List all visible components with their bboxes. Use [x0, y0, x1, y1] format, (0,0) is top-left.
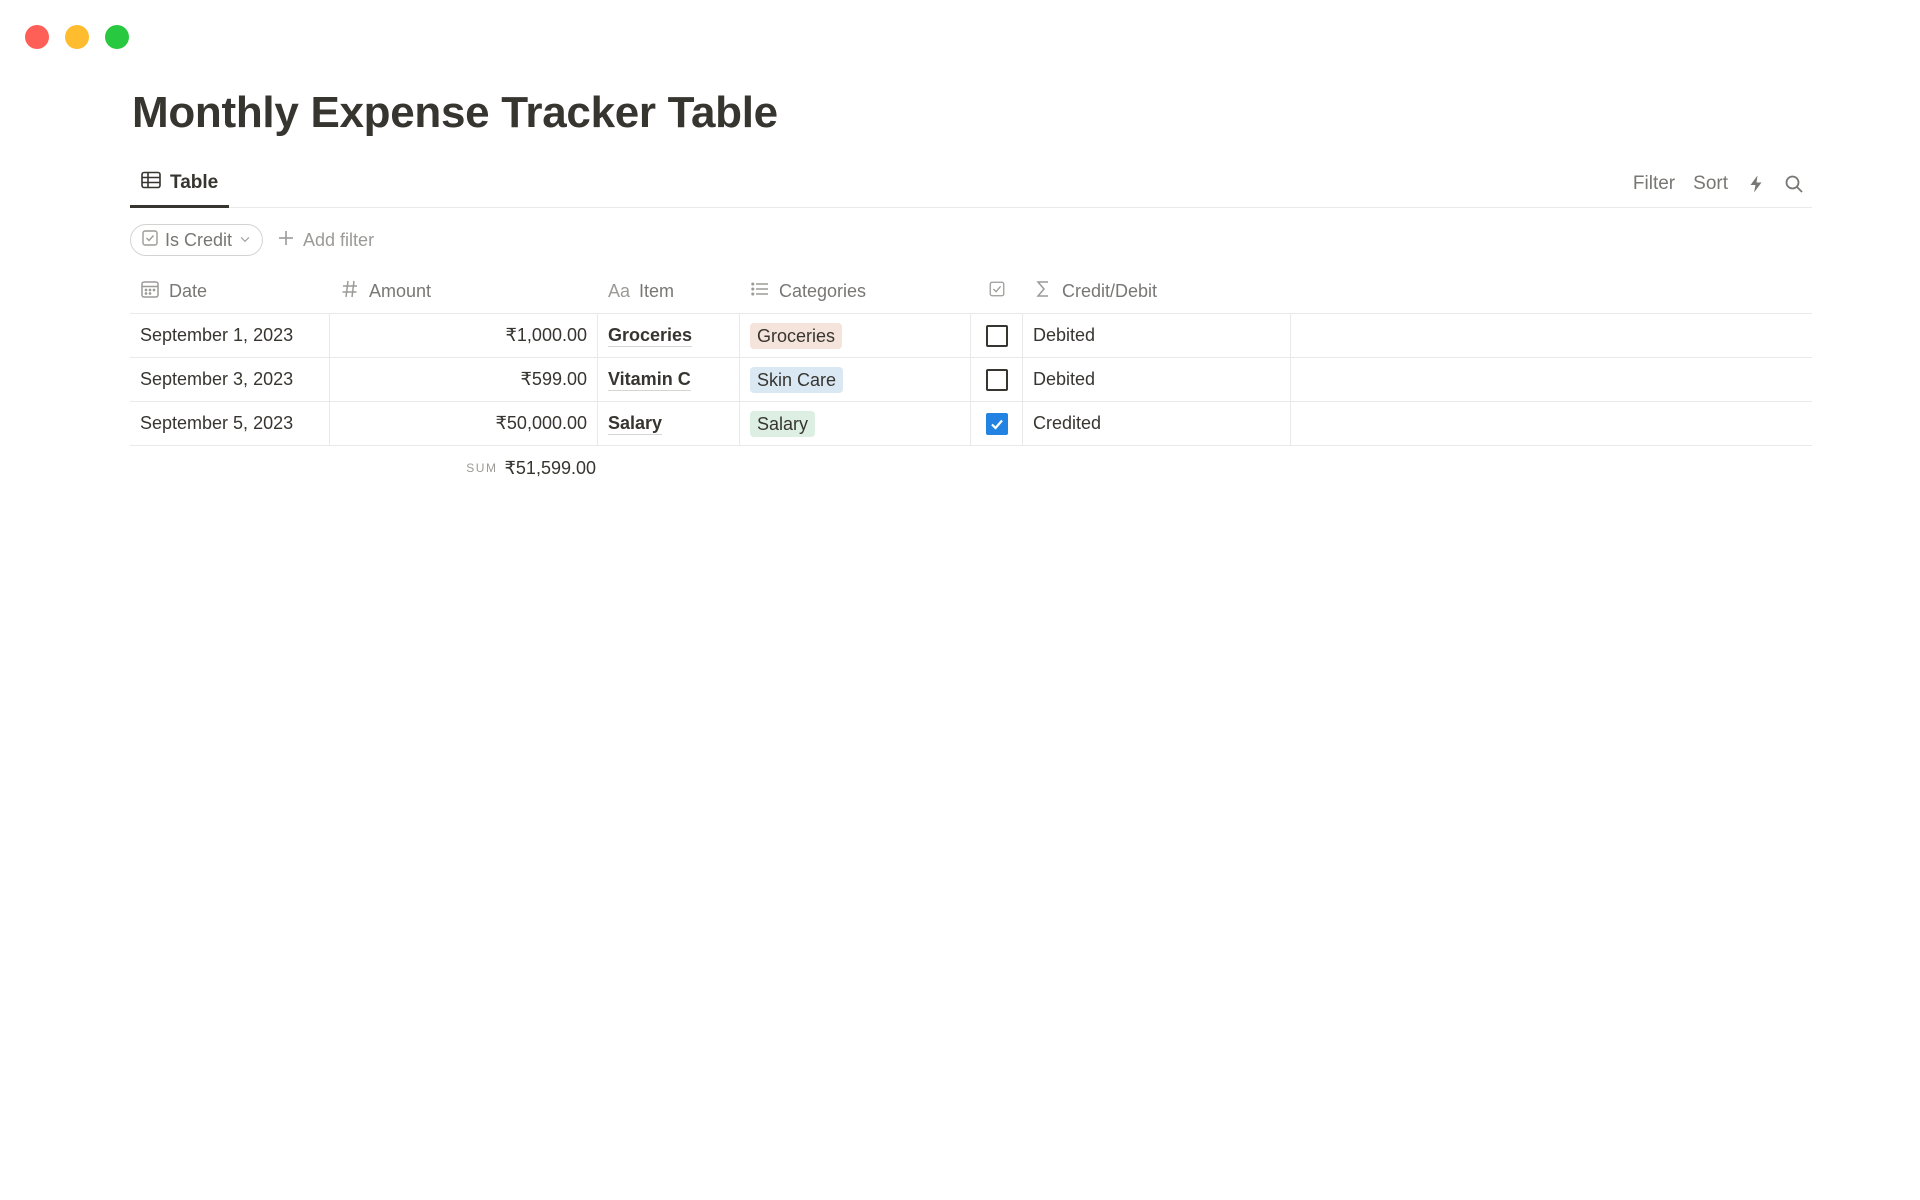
sigma-icon: [1033, 279, 1053, 304]
category-tag: Salary: [750, 410, 816, 437]
lightning-icon: [1746, 174, 1766, 194]
table-body: September 1, 2023 ₹1,000.00 Groceries Groce…: [130, 314, 1812, 446]
table-row[interactable]: September 3, 2023 ₹599.00 Vitamin C Skin Ca…: [130, 358, 1812, 402]
cell-categories[interactable]: Salary: [740, 402, 971, 445]
column-header-item[interactable]: Aa Item: [598, 270, 740, 313]
chevron-down-icon: [238, 230, 252, 251]
table-row[interactable]: September 5, 2023 ₹50,000.00 Salary Salary C…: [130, 402, 1812, 446]
cell-amount[interactable]: ₹1,000.00: [330, 314, 598, 357]
add-filter-label: Add filter: [303, 229, 375, 250]
tab-label: Table: [170, 171, 219, 193]
table-row[interactable]: September 1, 2023 ₹1,000.00 Groceries Groce…: [130, 314, 1812, 358]
cell-categories[interactable]: Groceries: [740, 314, 971, 357]
add-filter-button[interactable]: Add filter: [277, 229, 374, 252]
column-header-credit-debit[interactable]: Credit/Debit: [1023, 270, 1291, 313]
list-icon: [750, 279, 770, 304]
page-title[interactable]: Monthly Expense Tracker Table: [132, 88, 778, 138]
row-checkbox[interactable]: [985, 412, 1008, 435]
cell-checkbox[interactable]: [971, 402, 1023, 445]
search-icon: [1784, 174, 1804, 194]
expense-table: Date Amount Aa Item Categories Credit/De…: [130, 270, 1812, 446]
cell-item[interactable]: Vitamin C: [598, 358, 740, 401]
checkbox-icon: [988, 280, 1006, 303]
column-header-date[interactable]: Date: [130, 270, 330, 313]
cell-credit-debit[interactable]: Debited: [1023, 358, 1291, 401]
column-header-checkbox[interactable]: [971, 270, 1023, 313]
filter-chip-label: Is Credit: [165, 229, 233, 250]
view-bar: Table Filter Sort: [130, 160, 1812, 208]
category-tag: Skin Care: [750, 366, 844, 393]
calendar-icon: [140, 279, 160, 304]
tab-table[interactable]: Table: [130, 160, 229, 208]
cell-checkbox[interactable]: [971, 358, 1023, 401]
cell-spacer: [1291, 402, 1812, 445]
cell-item[interactable]: Groceries: [598, 314, 740, 357]
checkmark-icon: [990, 419, 1003, 430]
maximize-window-button[interactable]: [105, 25, 129, 49]
filter-bar: Is Credit Add filter: [130, 224, 374, 256]
checkbox-icon: [141, 229, 159, 252]
cell-date[interactable]: September 3, 2023: [130, 358, 330, 401]
cell-item[interactable]: Salary: [598, 402, 740, 445]
window-controls: [25, 25, 129, 49]
sort-button[interactable]: Sort: [1693, 173, 1728, 195]
cell-credit-debit[interactable]: Debited: [1023, 314, 1291, 357]
sum-value: ₹51,599.00: [504, 457, 596, 478]
amount-sum-row[interactable]: SUM ₹51,599.00: [130, 456, 598, 480]
column-header-spacer: [1291, 270, 1812, 313]
minimize-window-button[interactable]: [65, 25, 89, 49]
close-window-button[interactable]: [25, 25, 49, 49]
column-header-amount[interactable]: Amount: [330, 270, 598, 313]
cell-date[interactable]: September 5, 2023: [130, 402, 330, 445]
table-icon: [140, 169, 162, 197]
filter-button[interactable]: Filter: [1633, 173, 1675, 195]
row-checkbox[interactable]: [985, 368, 1008, 391]
cell-spacer: [1291, 358, 1812, 401]
automation-button[interactable]: [1746, 174, 1766, 194]
text-icon: Aa: [608, 281, 631, 301]
cell-amount[interactable]: ₹599.00: [330, 358, 598, 401]
category-tag: Groceries: [750, 322, 843, 349]
filter-chip-is-credit[interactable]: Is Credit: [130, 224, 264, 256]
cell-credit-debit[interactable]: Credited: [1023, 402, 1291, 445]
cell-checkbox[interactable]: [971, 314, 1023, 357]
row-checkbox[interactable]: [985, 324, 1008, 347]
sum-label: SUM: [466, 461, 498, 475]
cell-categories[interactable]: Skin Care: [740, 358, 971, 401]
view-actions: Filter Sort: [1633, 160, 1804, 208]
column-header-categories[interactable]: Categories: [740, 270, 971, 313]
hash-icon: [340, 279, 360, 304]
cell-date[interactable]: September 1, 2023: [130, 314, 330, 357]
table-header-row: Date Amount Aa Item Categories Credit/De…: [130, 270, 1812, 314]
plus-icon: [277, 229, 295, 252]
cell-amount[interactable]: ₹50,000.00: [330, 402, 598, 445]
cell-spacer: [1291, 314, 1812, 357]
search-button[interactable]: [1784, 174, 1804, 194]
